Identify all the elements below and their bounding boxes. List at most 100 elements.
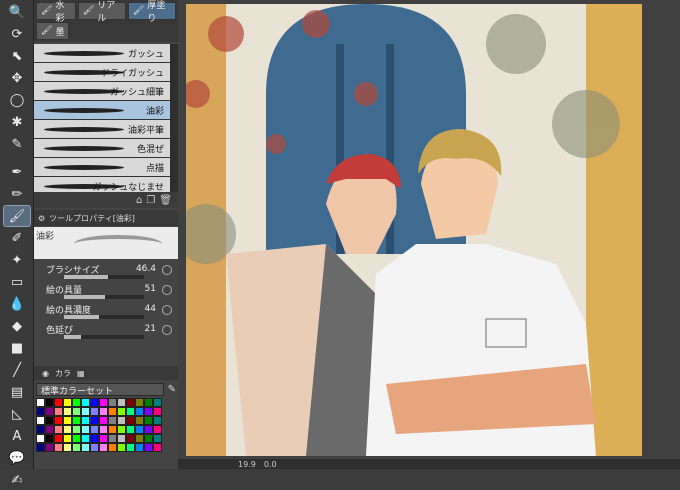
- color-swatch[interactable]: [45, 407, 54, 416]
- color-swatch[interactable]: [90, 443, 99, 452]
- color-swatch[interactable]: [126, 398, 135, 407]
- color-swatch[interactable]: [153, 434, 162, 443]
- pressure-icon[interactable]: [162, 325, 172, 335]
- lasso-tool-icon[interactable]: ◯: [4, 90, 30, 110]
- color-swatch[interactable]: [108, 443, 117, 452]
- color-swatch[interactable]: [108, 416, 117, 425]
- color-swatch[interactable]: [99, 398, 108, 407]
- property-paint-amount[interactable]: 絵の具量 51: [34, 282, 178, 302]
- color-swatch[interactable]: [126, 425, 135, 434]
- color-swatch[interactable]: [117, 407, 126, 416]
- color-swatch[interactable]: [63, 425, 72, 434]
- color-swatch[interactable]: [90, 434, 99, 443]
- ruler-tool-icon[interactable]: ◺: [4, 404, 30, 424]
- color-swatch[interactable]: [153, 416, 162, 425]
- color-swatch[interactable]: [81, 407, 90, 416]
- color-swatch[interactable]: [63, 416, 72, 425]
- blend-tool-icon[interactable]: 💧: [4, 294, 30, 314]
- color-swatch[interactable]: [54, 434, 63, 443]
- list-item[interactable]: ガッシュ細筆: [34, 82, 170, 101]
- move-layer-tool-icon[interactable]: ✥: [4, 68, 30, 88]
- color-swatch[interactable]: [99, 416, 108, 425]
- brush-tool-icon[interactable]: 🖌: [3, 205, 31, 227]
- correction-tool-icon[interactable]: ✍: [4, 470, 30, 490]
- decoration-tool-icon[interactable]: ✦: [4, 250, 30, 270]
- color-swatch[interactable]: [117, 398, 126, 407]
- color-swatch[interactable]: [81, 434, 90, 443]
- color-swatch[interactable]: [36, 398, 45, 407]
- color-swatch[interactable]: [90, 398, 99, 407]
- color-slider-icon[interactable]: ▦: [77, 369, 85, 378]
- color-swatch[interactable]: [63, 443, 72, 452]
- color-swatch[interactable]: [117, 416, 126, 425]
- list-item[interactable]: ドライガッシュ: [34, 63, 170, 82]
- color-swatch[interactable]: [99, 434, 108, 443]
- color-swatch[interactable]: [135, 434, 144, 443]
- color-swatch[interactable]: [45, 398, 54, 407]
- color-swatch[interactable]: [99, 443, 108, 452]
- tab-ink[interactable]: 🖌 墨: [36, 22, 70, 40]
- color-swatch[interactable]: [45, 425, 54, 434]
- color-swatch[interactable]: [90, 416, 99, 425]
- color-swatch[interactable]: [90, 425, 99, 434]
- rotate-tool-icon[interactable]: ⟳: [4, 24, 30, 44]
- color-set-select[interactable]: 標準カラーセット: [36, 382, 164, 397]
- color-swatch[interactable]: [72, 398, 81, 407]
- color-swatch[interactable]: [63, 434, 72, 443]
- eyedropper-tool-icon[interactable]: ✎: [4, 134, 30, 154]
- color-swatch[interactable]: [63, 398, 72, 407]
- color-swatch[interactable]: [126, 434, 135, 443]
- text-tool-icon[interactable]: A: [4, 426, 30, 446]
- color-swatch[interactable]: [108, 434, 117, 443]
- color-swatch[interactable]: [126, 443, 135, 452]
- color-swatch[interactable]: [54, 407, 63, 416]
- color-swatch[interactable]: [81, 416, 90, 425]
- list-item[interactable]: ガッシュなじませ: [34, 177, 170, 192]
- color-swatch[interactable]: [153, 425, 162, 434]
- color-swatch[interactable]: [117, 425, 126, 434]
- zoom-value[interactable]: 19.9: [238, 460, 256, 469]
- color-swatch[interactable]: [144, 425, 153, 434]
- color-swatch[interactable]: [99, 407, 108, 416]
- color-swatch[interactable]: [72, 407, 81, 416]
- tab-real[interactable]: 🖌 リアル: [77, 1, 126, 24]
- color-swatch[interactable]: [135, 425, 144, 434]
- list-item-selected[interactable]: 油彩: [34, 101, 170, 120]
- selection-tool-icon[interactable]: ✱: [4, 112, 30, 132]
- color-swatch[interactable]: [81, 398, 90, 407]
- property-color-stretch[interactable]: 色延び 21: [34, 322, 178, 342]
- brush-list-scrollbar[interactable]: [170, 44, 178, 192]
- fill-tool-icon[interactable]: ◆: [4, 316, 30, 336]
- operation-tool-icon[interactable]: ⬉: [4, 46, 30, 66]
- color-swatch[interactable]: [36, 434, 45, 443]
- color-swatch[interactable]: [81, 443, 90, 452]
- color-swatch[interactable]: [135, 407, 144, 416]
- eyedropper-icon[interactable]: ✎: [168, 384, 176, 395]
- color-swatch[interactable]: [135, 443, 144, 452]
- color-swatch[interactable]: [135, 416, 144, 425]
- color-swatch[interactable]: [45, 416, 54, 425]
- pen-tool-icon[interactable]: ✒: [4, 162, 30, 182]
- airbrush-tool-icon[interactable]: ✐: [4, 228, 30, 248]
- color-swatch[interactable]: [108, 425, 117, 434]
- color-swatch[interactable]: [72, 416, 81, 425]
- color-stretch-slider[interactable]: [64, 335, 144, 339]
- color-swatch[interactable]: [63, 407, 72, 416]
- tab-color[interactable]: カラ: [55, 368, 71, 379]
- color-swatch[interactable]: [144, 407, 153, 416]
- pressure-icon[interactable]: [162, 285, 172, 295]
- list-item[interactable]: 油彩平筆: [34, 120, 170, 139]
- frame-tool-icon[interactable]: ▤: [4, 382, 30, 402]
- color-swatch[interactable]: [36, 407, 45, 416]
- pressure-icon[interactable]: [162, 305, 172, 315]
- property-brush-size[interactable]: ブラシサイズ 46.4: [34, 262, 178, 282]
- brush-size-slider[interactable]: [64, 275, 144, 279]
- color-swatch[interactable]: [72, 434, 81, 443]
- list-item[interactable]: 色混ぜ: [34, 139, 170, 158]
- color-swatch[interactable]: [108, 407, 117, 416]
- tab-thick-paint[interactable]: 🖌 厚塗り: [127, 1, 176, 24]
- paint-amount-slider[interactable]: [64, 295, 144, 299]
- color-swatch[interactable]: [153, 407, 162, 416]
- color-swatch[interactable]: [36, 416, 45, 425]
- color-swatch[interactable]: [135, 398, 144, 407]
